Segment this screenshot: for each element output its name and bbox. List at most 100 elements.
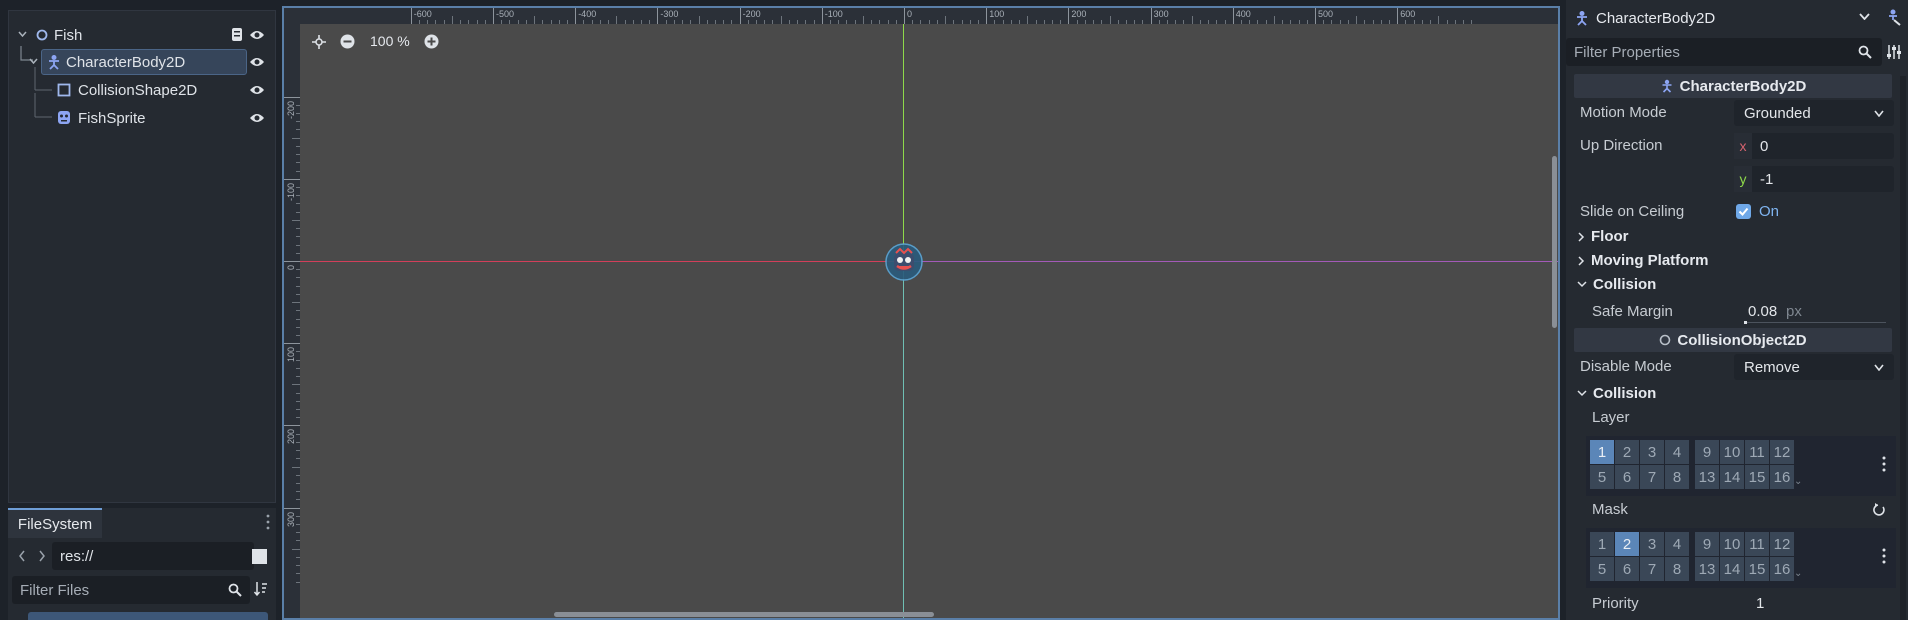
filter-properties-input[interactable]: Filter Properties <box>1566 38 1882 66</box>
ruler-minor-tick <box>435 20 437 24</box>
ruler-minor-tick <box>517 20 519 24</box>
visibility-eye-icon[interactable] <box>249 56 265 68</box>
layer-bit-11[interactable]: 11 <box>1745 440 1769 464</box>
node-tools-icon[interactable] <box>1884 8 1902 26</box>
zoom-level[interactable]: 100 % <box>370 33 410 49</box>
layer-bit-4[interactable]: 4 <box>1665 440 1689 464</box>
toggle-split-icon[interactable] <box>252 549 267 564</box>
mask-bit-9[interactable]: 9 <box>1695 532 1719 556</box>
vertical-scrollbar[interactable] <box>1552 156 1557 328</box>
dock-menu-icon[interactable] <box>266 514 270 530</box>
mask-bit-3[interactable]: 3 <box>1640 532 1664 556</box>
layer-bit-5[interactable]: 5 <box>1590 465 1614 489</box>
mask-bit-16[interactable]: 16 <box>1770 557 1794 581</box>
layer-bit-12[interactable]: 12 <box>1770 440 1794 464</box>
revert-icon[interactable] <box>1872 503 1886 517</box>
tool-options-icon[interactable] <box>1886 44 1902 60</box>
layer-bit-14[interactable]: 14 <box>1720 465 1744 489</box>
ruler-minor-tick <box>296 392 300 394</box>
mask-bit-8[interactable]: 8 <box>1665 557 1689 581</box>
mask-menu-icon[interactable] <box>1882 548 1886 564</box>
canvas-viewport[interactable]: -600 -500 -400 -300 -200 -100 0 100 200 300 400 500… <box>282 6 1560 620</box>
up-direction-x-field[interactable]: x 0 <box>1734 133 1894 159</box>
ruler-minor-tick <box>1183 20 1185 24</box>
layer-bit-9[interactable]: 9 <box>1695 440 1719 464</box>
tree-item-fishsprite[interactable]: FishSprite <box>9 93 275 131</box>
priority-value[interactable]: 1 <box>1756 595 1764 612</box>
inspector-node-title[interactable]: CharacterBody2D <box>1596 10 1715 27</box>
script-icon[interactable] <box>231 27 243 42</box>
layer-menu-icon[interactable] <box>1882 456 1886 472</box>
ruler-minor-tick <box>805 20 807 24</box>
mask-bit-6[interactable]: 6 <box>1615 557 1639 581</box>
ruler-minor-tick <box>460 20 462 24</box>
layer-bit-1[interactable]: 1 <box>1590 440 1614 464</box>
group-moving-platform[interactable]: Moving Platform <box>1578 252 1709 269</box>
mask-bit-4[interactable]: 4 <box>1665 532 1689 556</box>
mask-bit-13[interactable]: 13 <box>1695 557 1719 581</box>
ruler-minor-tick <box>296 129 300 131</box>
zoom-out-icon[interactable] <box>340 34 355 49</box>
visibility-eye-icon[interactable] <box>249 112 265 124</box>
center-view-icon[interactable] <box>312 35 326 49</box>
layer-bit-10[interactable]: 10 <box>1720 440 1744 464</box>
group-floor[interactable]: Floor <box>1578 228 1629 245</box>
file-list-item[interactable] <box>28 612 268 620</box>
tab-filesystem[interactable]: FileSystem <box>8 508 102 538</box>
inspector-scrollbar[interactable] <box>1900 76 1906 620</box>
safe-margin-slider[interactable]: 0.08 px <box>1740 299 1890 325</box>
disable-mode-select[interactable]: Remove <box>1734 354 1894 380</box>
mask-bit-5[interactable]: 5 <box>1590 557 1614 581</box>
path-field[interactable]: res:// <box>52 542 254 570</box>
ruler-minor-tick <box>476 20 478 24</box>
chevron-down-icon[interactable] <box>1859 13 1870 20</box>
ruler-minor-tick <box>772 20 774 24</box>
mask-bit-2[interactable]: 2 <box>1615 532 1639 556</box>
layer-bit-3[interactable]: 3 <box>1640 440 1664 464</box>
mask-bit-1[interactable]: 1 <box>1590 532 1614 556</box>
mask-bit-15[interactable]: 15 <box>1745 557 1769 581</box>
filter-files-input[interactable]: Filter Files <box>12 576 250 604</box>
layer-label: Layer <box>1592 409 1630 426</box>
sort-icon[interactable] <box>254 581 268 597</box>
layer-bit-8[interactable]: 8 <box>1665 465 1689 489</box>
ruler-minor-tick <box>714 20 716 24</box>
slide-on-ceiling-checkbox[interactable]: On <box>1736 203 1779 220</box>
ruler-minor-tick <box>1101 20 1103 24</box>
ruler-minor-tick <box>296 269 300 271</box>
visibility-eye-icon[interactable] <box>249 84 265 96</box>
ruler-minor-tick <box>1175 20 1177 24</box>
horizontal-scrollbar[interactable] <box>554 612 934 617</box>
motion-mode-select[interactable]: Grounded <box>1734 100 1894 126</box>
ruler-minor-tick <box>1438 16 1440 24</box>
mask-bit-11[interactable]: 11 <box>1745 532 1769 556</box>
nav-back-icon[interactable] <box>18 550 26 562</box>
layer-bit-15[interactable]: 15 <box>1745 465 1769 489</box>
visibility-eye-icon[interactable] <box>249 29 265 41</box>
layer-bit-6[interactable]: 6 <box>1615 465 1639 489</box>
mask-bit-14[interactable]: 14 <box>1720 557 1744 581</box>
up-direction-y-field[interactable]: y -1 <box>1734 166 1894 192</box>
layer-bit-2[interactable]: 2 <box>1615 440 1639 464</box>
tree-item-fish[interactable]: Fish <box>9 22 275 48</box>
fish-sprite-node[interactable] <box>885 243 923 281</box>
group-collision-layers[interactable]: Collision <box>1577 385 1656 402</box>
character-body-icon <box>1574 10 1590 26</box>
mask-bit-7[interactable]: 7 <box>1640 557 1664 581</box>
layer-bit-7[interactable]: 7 <box>1640 465 1664 489</box>
ruler-minor-tick <box>296 376 300 378</box>
mask-bit-10[interactable]: 10 <box>1720 532 1744 556</box>
collapse-arrow-icon[interactable] <box>29 58 38 64</box>
group-collision[interactable]: Collision <box>1577 276 1656 293</box>
nav-forward-icon[interactable] <box>38 550 46 562</box>
layer-bit-13[interactable]: 13 <box>1695 465 1719 489</box>
mask-bit-12[interactable]: 12 <box>1770 532 1794 556</box>
expand-chevron-icon[interactable]: ⌄ <box>1794 568 1802 579</box>
ruler-minor-tick <box>296 524 300 526</box>
zoom-in-icon[interactable] <box>424 34 439 49</box>
expand-chevron-icon[interactable]: ⌄ <box>1794 476 1802 487</box>
layer-bit-16[interactable]: 16 <box>1770 465 1794 489</box>
ruler-minor-tick <box>1109 16 1111 24</box>
ruler-tick <box>1232 8 1234 24</box>
collapse-arrow-icon[interactable] <box>18 31 27 37</box>
